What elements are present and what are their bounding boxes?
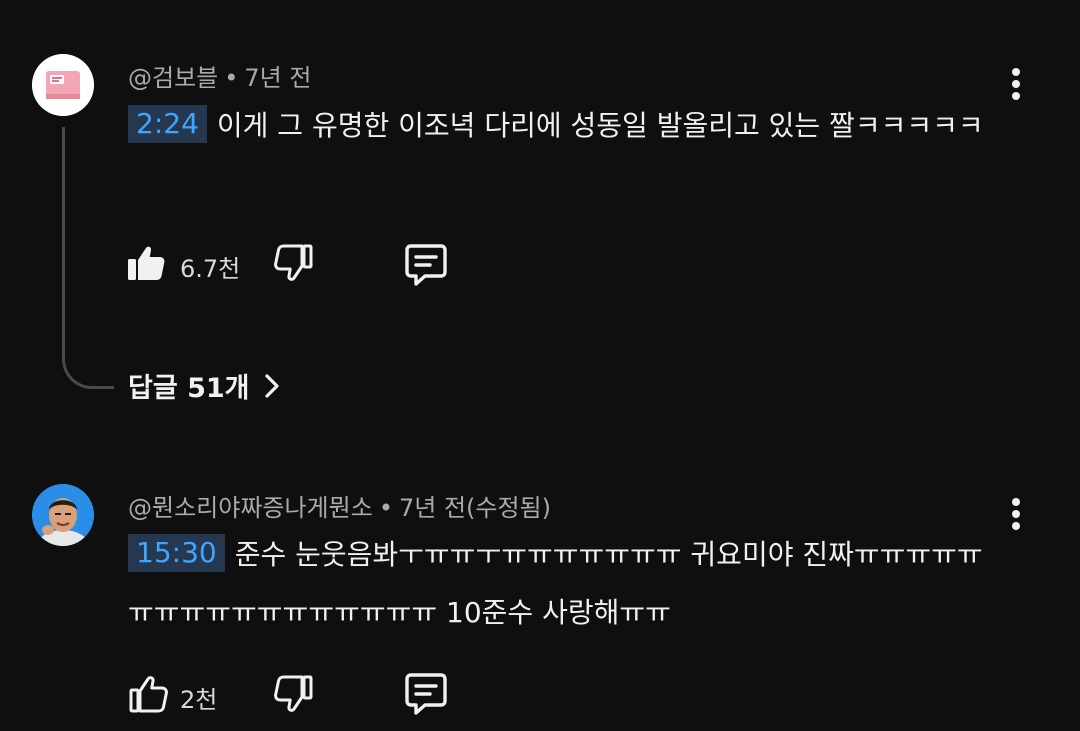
comment-reply-icon xyxy=(405,673,447,715)
person-photo-avatar-icon xyxy=(32,484,94,546)
pink-box-avatar-icon xyxy=(32,54,94,116)
reply-button[interactable] xyxy=(403,671,449,721)
dislike-button[interactable] xyxy=(274,675,314,719)
like-button[interactable] xyxy=(128,673,168,717)
like-count: 6.7천 xyxy=(180,255,241,283)
avatar[interactable] xyxy=(32,54,94,116)
timestamp-link[interactable]: 2:24 xyxy=(128,105,207,143)
like-count: 2천 xyxy=(180,686,218,714)
comment-age: 7년 전 xyxy=(244,64,312,92)
comment-author[interactable]: @검보블 xyxy=(128,64,218,92)
replies-label: 답글 51개 xyxy=(128,373,250,404)
comment-text: 15:30 준수 눈웃음봐ㅜㅠㅠㅜㅠㅠㅠㅠㅠㅠㅠ 귀요미야 진짜ㅠㅠㅠㅠㅠㅠㅠㅠㅠ… xyxy=(128,526,1008,642)
thumbs-down-outline-icon xyxy=(274,675,313,712)
chevron-right-icon xyxy=(264,373,279,398)
like-button[interactable] xyxy=(126,242,166,286)
thumbs-up-outline-icon xyxy=(129,676,168,713)
avatar[interactable] xyxy=(32,484,94,546)
comment-text: 2:24 이게 그 유명한 이조녁 다리에 성동일 발올리고 있는 짤ㅋㅋㅋㅋㅋ xyxy=(128,97,1008,155)
thumbs-up-filled-icon xyxy=(128,246,165,280)
comment-meta: @뭔소리야짜증나게뭔소 • 7년 전(수정됨) xyxy=(128,488,551,523)
view-replies-button[interactable]: 답글 51개 xyxy=(128,366,280,405)
comment-reply-icon xyxy=(405,244,447,286)
comment-body: 이게 그 유명한 이조녁 다리에 성동일 발올리고 있는 짤ㅋㅋㅋㅋㅋ xyxy=(216,109,984,142)
comment-author[interactable]: @뭔소리야짜증나게뭔소 xyxy=(128,494,373,522)
comment-age: 7년 전(수정됨) xyxy=(398,494,551,522)
meta-separator: • xyxy=(378,494,393,522)
comment-meta: @검보블 • 7년 전 xyxy=(128,58,311,93)
thread-connector-line xyxy=(62,127,114,389)
dislike-button[interactable] xyxy=(274,244,314,288)
timestamp-link[interactable]: 15:30 xyxy=(128,534,225,572)
meta-separator: • xyxy=(224,64,239,92)
reply-button[interactable] xyxy=(403,242,449,292)
comment-body: 준수 눈웃음봐ㅜㅠㅠㅜㅠㅠㅠㅠㅠㅠㅠ 귀요미야 진짜ㅠㅠㅠㅠㅠㅠㅠㅠㅠㅠㅠㅠㅠㅠ… xyxy=(128,538,983,629)
thumbs-down-outline-icon xyxy=(274,244,313,281)
